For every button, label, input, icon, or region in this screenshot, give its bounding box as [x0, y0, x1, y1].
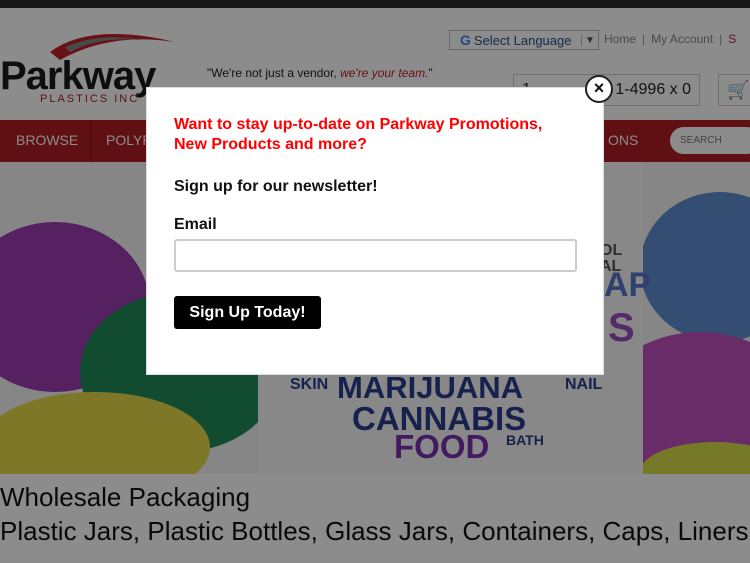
modal-title: Want to stay up-to-date on Parkway Promo…: [174, 116, 543, 153]
email-label: Email: [174, 216, 217, 233]
close-icon[interactable]: ×: [585, 75, 613, 103]
modal-subtitle: Sign up for our newsletter!: [174, 178, 378, 195]
newsletter-modal: Want to stay up-to-date on Parkway Promo…: [146, 87, 604, 375]
email-field[interactable]: [174, 239, 577, 272]
sign-up-button[interactable]: Sign Up Today!: [174, 296, 321, 329]
